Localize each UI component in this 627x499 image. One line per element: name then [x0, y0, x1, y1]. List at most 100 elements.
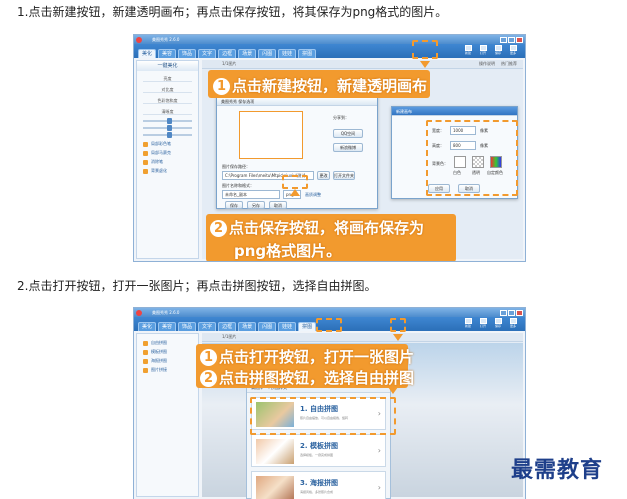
tab-accessory[interactable]: 饰品	[178, 49, 197, 58]
callout-2: 2 点击拼图按钮，选择自由拼图	[200, 367, 414, 388]
tab-text[interactable]: 文字	[198, 49, 217, 58]
width-input[interactable]: 1000	[450, 126, 476, 135]
poster-puzzle-thumbnail	[256, 476, 294, 499]
tab-frame[interactable]: 边框	[218, 49, 237, 58]
save-button[interactable]: 保存	[492, 318, 504, 329]
callout-1-text: 点击打开按钮，打开一张图片	[219, 348, 415, 366]
open-button[interactable]: 打开	[477, 45, 489, 56]
open-button-highlight	[390, 318, 406, 332]
step-number-1: 1	[200, 349, 217, 366]
app-logo-icon	[136, 36, 142, 43]
window-controls	[500, 309, 523, 316]
tab-text[interactable]: 文字	[198, 322, 217, 331]
screenshot-new-canvas: 美图秀秀 2.6.0 美化 美容 饰品 文字 边框 场景 闪图 娃娃 拼图 新建…	[133, 34, 526, 262]
poster-puzzle-option[interactable]: 3. 海报拼图 海报风格，多张照片合成 ›	[251, 471, 386, 499]
side-option[interactable]: 自由拼图	[143, 340, 192, 346]
puzzle-option-label: 3. 海报拼图	[300, 479, 338, 487]
blue-slider[interactable]	[143, 132, 192, 138]
app-logo-icon	[136, 309, 142, 316]
custom-color-swatch[interactable]	[490, 156, 502, 168]
file-name-field[interactable]: 未命名_副本	[222, 190, 280, 199]
recommend-link[interactable]: 热门推荐	[501, 61, 517, 67]
open-folder-button[interactable]: 打开文件夹	[333, 171, 355, 180]
side-option[interactable]: 图片拼接	[143, 367, 192, 373]
side-option[interactable]: 背景虚化	[143, 168, 192, 174]
step-number-1: 1	[213, 78, 230, 95]
red-slider[interactable]	[143, 118, 192, 124]
tab-accessory[interactable]: 饰品	[178, 322, 197, 331]
save-cancel-button[interactable]: 取消	[269, 201, 287, 209]
more-button[interactable]: 更多	[507, 318, 519, 329]
toolbar: 新建 打开 保存 更多	[462, 45, 519, 56]
maximize-icon[interactable]	[508, 309, 515, 316]
tab-doll[interactable]: 娃娃	[278, 49, 297, 58]
tab-doll[interactable]: 娃娃	[278, 322, 297, 331]
tab-puzzle[interactable]: 拼图	[298, 322, 317, 331]
tab-frame[interactable]: 边框	[218, 322, 237, 331]
canvas-preview	[239, 111, 303, 159]
share-qzone-button[interactable]: QQ空间	[333, 129, 363, 138]
template-puzzle-thumbnail	[256, 439, 294, 464]
blur-icon	[143, 168, 148, 174]
new-dialog-title: 新建画布	[392, 107, 517, 116]
brush-icon	[143, 141, 148, 147]
brightness-item[interactable]: 亮度	[143, 75, 192, 82]
side-option[interactable]: 消除笔	[143, 159, 192, 165]
tab-face[interactable]: 美容	[158, 49, 177, 58]
new-button[interactable]: 新建	[462, 318, 474, 329]
new-button-highlight	[412, 40, 438, 59]
saturation-item[interactable]: 色彩饱和度	[143, 97, 192, 104]
tab-scene[interactable]: 场景	[238, 322, 257, 331]
apply-button[interactable]: 应用	[428, 184, 450, 193]
open-label: 打开	[479, 324, 486, 328]
step-1-text: 1.点击新建按钮，新建透明画布；再点击保存按钮，将其保存为png格式的图片。	[17, 5, 448, 19]
callout-2-text-2: png格式图片。	[234, 242, 342, 260]
change-path-button[interactable]: 更改	[317, 171, 330, 180]
minimize-icon[interactable]	[500, 309, 507, 316]
tab-flash[interactable]: 闪图	[258, 49, 277, 58]
new-button[interactable]: 新建	[462, 45, 474, 56]
cancel-button[interactable]: 取消	[458, 184, 480, 193]
free-puzzle-icon	[143, 340, 148, 346]
minimize-icon[interactable]	[500, 36, 507, 43]
transparent-swatch[interactable]	[472, 156, 484, 168]
tab-beautify[interactable]: 美化	[138, 322, 157, 331]
new-label: 新建	[464, 51, 471, 55]
open-button[interactable]: 打开	[477, 318, 489, 329]
side-option[interactable]: 局部马赛克	[143, 150, 192, 156]
save-label: 保存	[494, 324, 501, 328]
one-click-beautify-button[interactable]: 一键美化	[137, 61, 198, 71]
side-option[interactable]: 局部彩色笔	[143, 141, 192, 147]
save-dialog-title: 美图秀秀 保存选项	[217, 97, 377, 106]
maximize-icon[interactable]	[508, 36, 515, 43]
save-as-button[interactable]: 另存	[247, 201, 265, 209]
close-icon[interactable]	[516, 309, 523, 316]
template-puzzle-option[interactable]: 2. 模板拼图 选择模板，一键完成拼图 ›	[251, 434, 386, 467]
tab-face[interactable]: 美容	[158, 322, 177, 331]
tab-flash[interactable]: 闪图	[258, 322, 277, 331]
more-button[interactable]: 更多	[507, 45, 519, 56]
close-icon[interactable]	[516, 36, 523, 43]
sharpness-item[interactable]: 清晰度	[143, 108, 192, 115]
side-option[interactable]: 模板拼图	[143, 349, 192, 355]
watermark: 最需教育	[511, 457, 604, 483]
puzzle-tab-highlight	[316, 318, 342, 332]
tab-scene[interactable]: 场景	[238, 49, 257, 58]
height-input[interactable]: 800	[450, 141, 476, 150]
screenshot-puzzle: 美图秀秀 2.6.0 美化 美容 饰品 文字 边框 场景 闪图 娃娃 拼图 新建…	[133, 307, 526, 499]
callout-1: 1 点击打开按钮，打开一张图片	[200, 346, 414, 367]
save-confirm-button[interactable]: 保存	[225, 201, 243, 209]
side-option[interactable]: 海报拼图	[143, 358, 192, 364]
green-slider[interactable]	[143, 125, 192, 131]
save-button[interactable]: 保存	[492, 45, 504, 56]
puzzle-option-desc: 选择模板，一键完成拼图	[300, 453, 334, 457]
help-link[interactable]: 操作说明	[479, 61, 495, 67]
tab-beautify[interactable]: 美化	[138, 49, 157, 58]
white-swatch[interactable]	[454, 156, 466, 168]
tab-puzzle[interactable]: 拼图	[298, 49, 317, 58]
quality-link[interactable]: 画质调整	[305, 192, 321, 198]
contrast-item[interactable]: 对比度	[143, 86, 192, 93]
more-label: 更多	[509, 51, 516, 55]
puzzle-option-desc: 海报风格，多张照片合成	[300, 490, 334, 494]
share-weibo-button[interactable]: 新浪微博	[333, 143, 363, 152]
